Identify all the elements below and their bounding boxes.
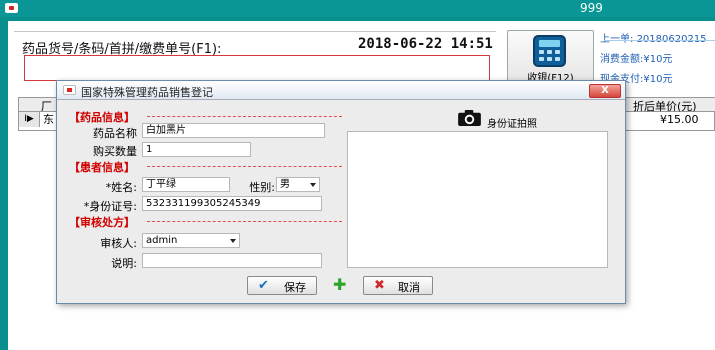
save-button[interactable]: ✔ 保存 xyxy=(247,276,317,295)
section-patient-info: 【患者信息】 xyxy=(69,161,135,174)
plus-icon: ✚ xyxy=(333,275,347,294)
quantity-field[interactable]: 1 xyxy=(142,142,251,157)
patient-name-field[interactable]: 丁平绿 xyxy=(142,177,230,192)
note-field[interactable] xyxy=(142,253,322,268)
chevron-down-icon xyxy=(230,239,236,243)
section-divider xyxy=(147,116,342,117)
note-label: 说明: xyxy=(111,257,137,270)
reviewer-value: admin xyxy=(146,235,178,246)
dialog-title-bar: 国家特殊管理药品销售登记 X xyxy=(57,81,625,100)
grid-cell-price[interactable]: ¥15.00 xyxy=(660,112,699,127)
quantity-label: 购买数量 xyxy=(93,145,137,158)
drug-name-field[interactable]: 白加黑片 xyxy=(142,123,325,138)
divider xyxy=(14,31,496,32)
id-photo-preview xyxy=(347,131,608,268)
section-review: 【审核处方】 xyxy=(69,216,135,229)
section-drug-info: 【药品信息】 xyxy=(69,111,135,124)
amount-value: ¥10元 xyxy=(643,54,673,65)
id-photo-label: 身份证拍照 xyxy=(487,119,537,130)
checkmark-icon: ✔ xyxy=(258,278,269,293)
reviewer-label: 审核人: xyxy=(100,237,137,250)
datetime: 2018-06-22 14:51 xyxy=(358,36,493,52)
id-number-label: *身份证号: xyxy=(83,200,137,213)
calculator-icon xyxy=(533,35,566,67)
row-indicator[interactable]: I▶ xyxy=(19,112,40,127)
dialog-app-icon xyxy=(63,85,76,95)
drug-name-label: 药品名称 xyxy=(93,127,137,140)
gender-label: 性别: xyxy=(249,181,275,194)
close-x-icon: ✖ xyxy=(374,278,385,293)
close-button[interactable]: X xyxy=(589,84,621,98)
cancel-label: 取消 xyxy=(398,281,420,294)
section-divider xyxy=(147,166,342,167)
gender-value: 男 xyxy=(280,179,290,190)
cancel-button[interactable]: ✖ 取消 xyxy=(363,276,433,295)
app-icon xyxy=(5,3,18,13)
special-drug-registration-dialog: 国家特殊管理药品销售登记 X 【药品信息】 药品名称 白加黑片 购买数量 1 【… xyxy=(56,80,626,304)
checkout-button[interactable]: 收银(F12) xyxy=(507,30,594,84)
save-label: 保存 xyxy=(284,281,306,294)
info-divider xyxy=(604,40,715,41)
camera-icon[interactable] xyxy=(457,109,482,127)
window-title: 999 xyxy=(580,1,603,15)
id-number-field[interactable]: 532331199305245349 xyxy=(142,196,322,211)
reviewer-select[interactable]: admin xyxy=(142,233,240,248)
code-input[interactable] xyxy=(24,55,490,81)
gender-select[interactable]: 男 xyxy=(276,177,320,192)
patient-name-label: *姓名: xyxy=(105,181,137,194)
grid-cell-vendor[interactable]: 东 xyxy=(43,112,54,127)
chevron-down-icon xyxy=(310,183,316,187)
dialog-title: 国家特殊管理药品销售登记 xyxy=(81,86,213,99)
title-bar: 999 xyxy=(0,0,715,17)
section-divider xyxy=(147,221,342,222)
cash-value: ¥10元 xyxy=(643,74,673,85)
amount-label: 消费金额: xyxy=(600,54,644,65)
